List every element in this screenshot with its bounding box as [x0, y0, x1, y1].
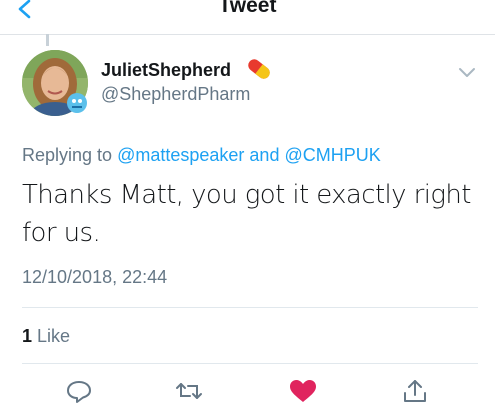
badge-icon	[67, 93, 87, 113]
thread-connector	[46, 34, 49, 46]
page-title: Tweet	[218, 0, 277, 17]
like-label: Like	[37, 326, 71, 346]
divider	[22, 363, 478, 364]
mention-link[interactable]: @CMHPUK	[284, 145, 380, 165]
divider	[22, 307, 478, 308]
replying-and[interactable]: and	[249, 145, 279, 165]
share-icon[interactable]	[400, 378, 430, 404]
tweet-text: Thanks Matt, you got it exactly right fo…	[22, 180, 471, 248]
timestamp: 12/10/2018, 22:44	[22, 267, 168, 287]
user-handle[interactable]: @ShepherdPharm	[101, 84, 250, 105]
navigation-bar: Tweet	[0, 0, 495, 35]
likes-count[interactable]: 1 Like	[22, 326, 70, 347]
heart-icon[interactable]	[288, 378, 318, 404]
replying-to: Replying to @mattespeaker and @CMHPUK	[22, 145, 381, 166]
reply-icon[interactable]	[64, 378, 94, 404]
replying-prefix: Replying to	[22, 145, 113, 165]
chevron-down-icon[interactable]	[458, 66, 476, 80]
pill-icon	[248, 59, 270, 79]
retweet-icon[interactable]	[174, 378, 204, 404]
display-name[interactable]: JulietShepherd	[101, 60, 231, 81]
like-count: 1	[22, 326, 33, 346]
mention-link[interactable]: @mattespeaker	[117, 145, 244, 165]
